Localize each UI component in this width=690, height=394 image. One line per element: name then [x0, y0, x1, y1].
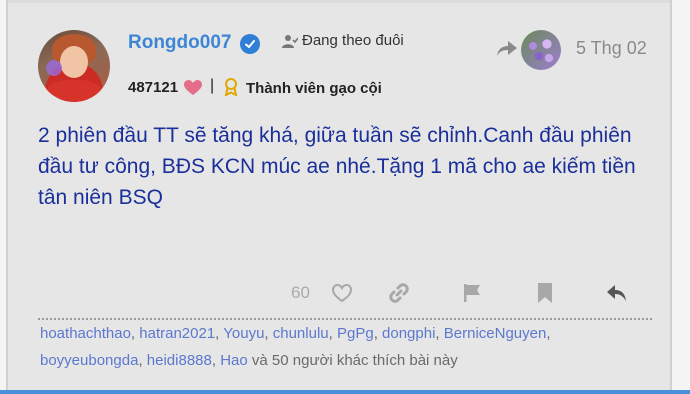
liker-link[interactable]: boyyeubongda	[40, 352, 138, 369]
post-date[interactable]: 5 Thg 02	[576, 38, 647, 59]
liker-link[interactable]: hatran2021	[139, 325, 215, 342]
left-gutter	[0, 0, 8, 394]
reply-to-avatar[interactable]	[521, 30, 561, 70]
liker-link[interactable]: chunlulu	[273, 325, 329, 342]
username-link[interactable]: Rongdo007	[128, 32, 231, 54]
bookmark-icon[interactable]	[536, 282, 554, 304]
reply-icon[interactable]	[606, 282, 628, 304]
user-rank: Thành viên gạo cội	[246, 80, 382, 97]
bottom-accent-bar	[0, 390, 690, 394]
follow-status[interactable]: Đang theo đuôi	[302, 32, 404, 49]
likers-and: và	[251, 352, 268, 369]
liker-link[interactable]: Hao	[220, 352, 248, 369]
liker-link[interactable]: Youyu	[223, 325, 264, 342]
flag-icon[interactable]	[462, 282, 482, 304]
separator: |	[210, 77, 215, 94]
likers-more[interactable]: 50 người khác thích bài này	[272, 352, 458, 369]
heart-icon	[184, 80, 202, 95]
like-count[interactable]: 60	[291, 283, 310, 303]
heart-icon[interactable]	[331, 282, 353, 304]
follow-person-icon	[282, 35, 298, 48]
liker-link[interactable]: dongphi	[382, 325, 435, 342]
user-points: 487121	[128, 79, 179, 96]
medal-icon	[224, 78, 238, 96]
reply-to-icon[interactable]	[496, 40, 518, 58]
liker-link[interactable]: BerniceNguyen	[444, 325, 547, 342]
liker-link[interactable]: hoathachthao	[40, 325, 131, 342]
user-avatar[interactable]	[38, 30, 110, 102]
verified-icon	[240, 34, 260, 54]
right-gutter	[670, 0, 690, 394]
likers-list: hoathachthao, hatran2021, Youyu, chunlul…	[40, 325, 551, 369]
link-icon[interactable]	[388, 282, 410, 304]
post-content: 2 phiên đầu TT sẽ tăng khá, giữa tuần sẽ…	[38, 124, 636, 209]
window-top-edge	[0, 0, 690, 3]
liker-link[interactable]: heidi8888	[147, 352, 212, 369]
liker-link[interactable]: PgPg	[337, 325, 374, 342]
